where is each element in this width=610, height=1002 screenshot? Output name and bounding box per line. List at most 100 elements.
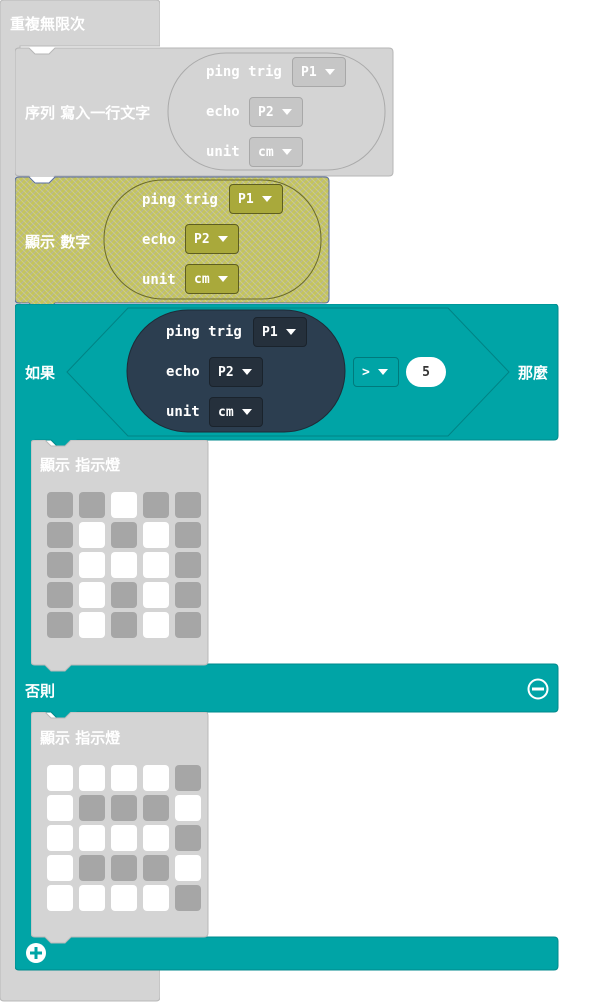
- unit-label: unit: [166, 404, 200, 420]
- led-cell[interactable]: [175, 825, 201, 851]
- led-cell[interactable]: [47, 582, 73, 608]
- led-cell[interactable]: [175, 855, 201, 881]
- remove-else-button[interactable]: [527, 678, 549, 700]
- led-cell[interactable]: [175, 492, 201, 518]
- dropdown-value: P2: [194, 231, 210, 247]
- show-leds-label: 顯示 指示燈: [40, 729, 121, 747]
- led-cell[interactable]: [79, 492, 105, 518]
- ping-trig-pin-dropdown[interactable]: P1: [229, 184, 283, 214]
- led-cell[interactable]: [47, 855, 73, 881]
- led-cell[interactable]: [143, 552, 169, 578]
- compare-value-text: 5: [422, 364, 430, 380]
- led-cell[interactable]: [175, 552, 201, 578]
- dropdown-value: cm: [218, 404, 234, 420]
- led-cell[interactable]: [111, 492, 137, 518]
- show-leds-label: 顯示 指示燈: [40, 456, 121, 474]
- dropdown-value: P1: [301, 64, 317, 80]
- dropdown-value: P1: [262, 324, 278, 340]
- show-number-label: 顯示 數字: [25, 233, 91, 251]
- led-cell[interactable]: [143, 855, 169, 881]
- led-grid: [47, 492, 207, 642]
- dropdown-arrow-icon: [377, 369, 388, 375]
- led-cell[interactable]: [111, 885, 137, 911]
- led-cell[interactable]: [111, 825, 137, 851]
- led-cell[interactable]: [143, 582, 169, 608]
- led-cell[interactable]: [47, 492, 73, 518]
- dropdown-arrow-icon: [324, 69, 335, 75]
- led-cell[interactable]: [111, 765, 137, 791]
- echo-pin-dropdown[interactable]: P2: [209, 357, 263, 387]
- led-cell[interactable]: [79, 552, 105, 578]
- compare-value-input[interactable]: 5: [406, 357, 446, 387]
- ping-trig-pin-dropdown[interactable]: P1: [253, 317, 307, 347]
- led-cell[interactable]: [143, 825, 169, 851]
- led-cell[interactable]: [111, 582, 137, 608]
- led-cell[interactable]: [79, 855, 105, 881]
- led-cell[interactable]: [47, 825, 73, 851]
- led-cell[interactable]: [175, 885, 201, 911]
- led-cell[interactable]: [47, 612, 73, 638]
- led-cell[interactable]: [47, 765, 73, 791]
- led-cell[interactable]: [79, 795, 105, 821]
- show-leds-block-then[interactable]: 顯示 指示燈: [31, 440, 209, 672]
- unit-dropdown[interactable]: cm: [185, 264, 239, 294]
- led-cell[interactable]: [79, 582, 105, 608]
- dropdown-arrow-icon: [217, 236, 228, 242]
- else-label: 否則: [25, 682, 56, 700]
- echo-label: echo: [206, 104, 240, 120]
- echo-pin-dropdown[interactable]: P2: [249, 97, 303, 127]
- led-cell[interactable]: [175, 765, 201, 791]
- led-cell[interactable]: [175, 795, 201, 821]
- dropdown-value: cm: [258, 144, 274, 160]
- led-cell[interactable]: [111, 522, 137, 548]
- dropdown-arrow-icon: [281, 109, 292, 115]
- ping-trig-label: ping trig: [166, 324, 242, 340]
- minus-circle-icon: [527, 678, 549, 700]
- led-cell[interactable]: [47, 795, 73, 821]
- led-cell[interactable]: [143, 522, 169, 548]
- ping-trig-pin-dropdown[interactable]: P1: [292, 57, 346, 87]
- led-cell[interactable]: [79, 522, 105, 548]
- echo-pin-dropdown[interactable]: P2: [185, 224, 239, 254]
- dropdown-arrow-icon: [281, 149, 292, 155]
- led-cell[interactable]: [175, 612, 201, 638]
- ping-trig-label: ping trig: [142, 192, 218, 208]
- led-cell[interactable]: [79, 885, 105, 911]
- dropdown-value: >: [362, 364, 370, 380]
- led-cell[interactable]: [111, 855, 137, 881]
- led-cell[interactable]: [143, 795, 169, 821]
- led-cell[interactable]: [47, 885, 73, 911]
- dropdown-arrow-icon: [217, 276, 228, 282]
- forever-loop-label: 重複無限次: [10, 15, 86, 33]
- unit-label: unit: [206, 144, 240, 160]
- led-cell[interactable]: [175, 582, 201, 608]
- serial-write-line-block[interactable]: 序列 寫入一行文字 ping trig P1 echo P2 unit cm: [15, 47, 395, 177]
- led-cell[interactable]: [79, 825, 105, 851]
- unit-dropdown[interactable]: cm: [209, 397, 263, 427]
- serial-write-label: 序列 寫入一行文字: [25, 104, 151, 122]
- led-cell[interactable]: [79, 765, 105, 791]
- show-number-block[interactable]: 顯示 數字 ping trig P1 echo P2 unit cm: [15, 176, 331, 304]
- led-cell[interactable]: [175, 522, 201, 548]
- led-cell[interactable]: [143, 885, 169, 911]
- unit-dropdown[interactable]: cm: [249, 137, 303, 167]
- echo-label: echo: [166, 364, 200, 380]
- led-cell[interactable]: [111, 612, 137, 638]
- led-cell[interactable]: [143, 612, 169, 638]
- ping-trig-label: ping trig: [206, 64, 282, 80]
- dropdown-arrow-icon: [261, 196, 272, 202]
- led-cell[interactable]: [79, 612, 105, 638]
- unit-label: unit: [142, 272, 176, 288]
- then-label: 那麼: [518, 364, 549, 382]
- led-cell[interactable]: [143, 492, 169, 518]
- led-cell[interactable]: [47, 552, 73, 578]
- led-cell[interactable]: [111, 552, 137, 578]
- comparison-operator-dropdown[interactable]: >: [353, 357, 399, 387]
- led-cell[interactable]: [143, 765, 169, 791]
- if-label: 如果: [25, 364, 56, 382]
- led-cell[interactable]: [47, 522, 73, 548]
- dropdown-arrow-icon: [285, 329, 296, 335]
- led-cell[interactable]: [111, 795, 137, 821]
- dropdown-value: P1: [238, 191, 254, 207]
- show-leds-block-else[interactable]: 顯示 指示燈: [31, 712, 209, 946]
